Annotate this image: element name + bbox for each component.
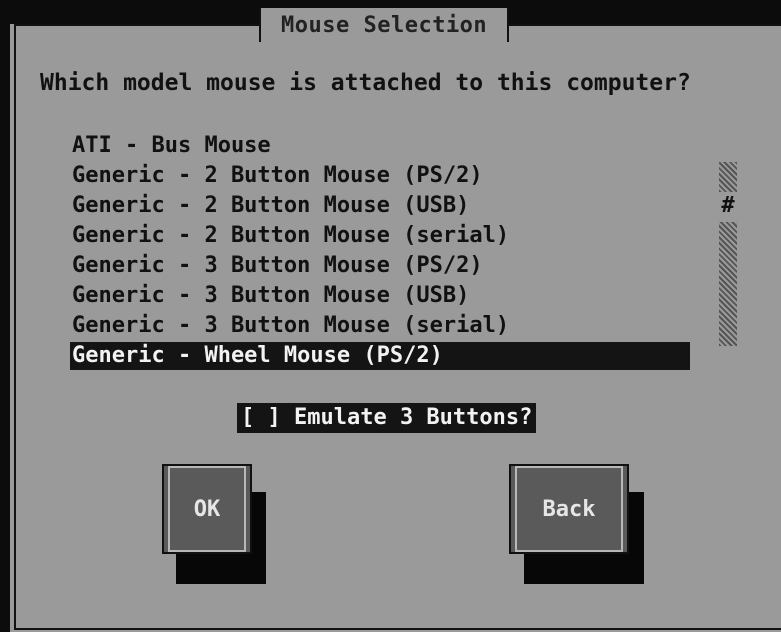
mouse-model-list[interactable]: ATI - Bus Mouse Generic - 2 Button Mouse… xyxy=(70,132,690,376)
list-scrollbar[interactable]: # xyxy=(719,162,737,346)
list-item[interactable]: Generic - 3 Button Mouse (PS/2) xyxy=(70,252,483,280)
list-item[interactable]: Generic - 3 Button Mouse (USB) xyxy=(70,282,469,310)
back-button-label: Back xyxy=(515,466,623,552)
ok-button-label: OK xyxy=(168,466,246,552)
emulate-3-buttons-checkbox[interactable]: [ ] Emulate 3 Buttons? xyxy=(237,403,537,433)
dialog-title: Mouse Selection xyxy=(259,8,510,42)
scrollbar-track-lower[interactable] xyxy=(719,222,737,346)
list-item-selected[interactable]: Generic - Wheel Mouse (PS/2) xyxy=(70,342,690,370)
list-item[interactable]: Generic - 2 Button Mouse (serial) xyxy=(70,222,509,250)
list-item[interactable]: ATI - Bus Mouse xyxy=(70,132,271,160)
scrollbar-thumb[interactable]: # xyxy=(719,192,737,220)
screen: Mouse Selection Which model mouse is att… xyxy=(0,0,781,632)
question-text: Which model mouse is attached to this co… xyxy=(40,70,691,96)
ok-button[interactable]: OK xyxy=(162,464,252,554)
scrollbar-track-upper[interactable] xyxy=(719,162,737,192)
list-item[interactable]: Generic - 2 Button Mouse (PS/2) xyxy=(70,162,483,190)
list-item[interactable]: Generic - 2 Button Mouse (USB) xyxy=(70,192,469,220)
back-button[interactable]: Back xyxy=(509,464,629,554)
list-item[interactable]: Generic - 3 Button Mouse (serial) xyxy=(70,312,509,340)
